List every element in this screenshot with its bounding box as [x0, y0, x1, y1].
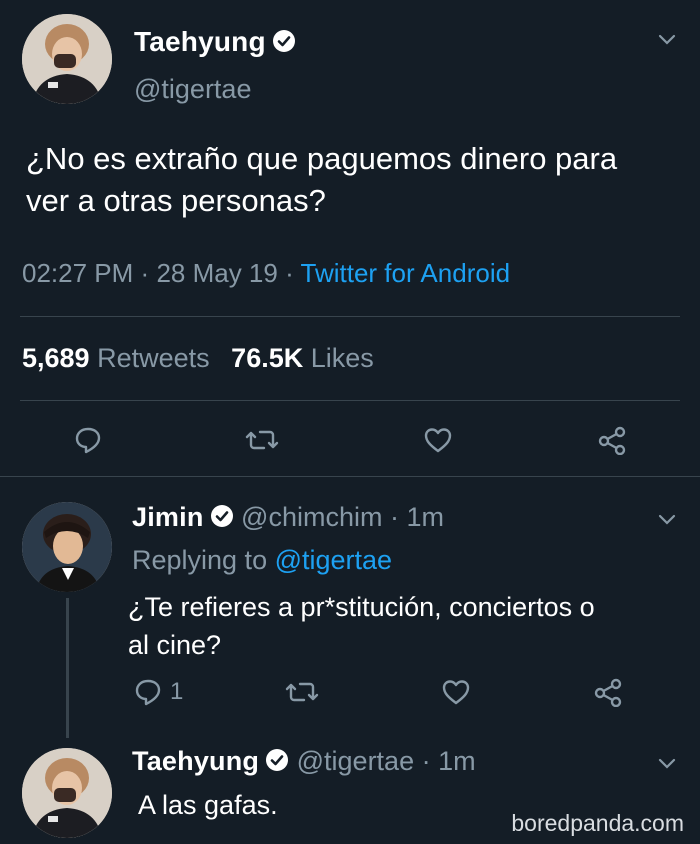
divider: [0, 476, 700, 477]
thread-connector: [66, 598, 69, 738]
tweet-stats: 5,689 Retweets 76.5K Likes: [22, 343, 374, 374]
separator: ·: [140, 258, 150, 288]
reply-count: 1: [170, 678, 184, 705]
tweet-date[interactable]: 28 May 19: [156, 258, 277, 288]
divider: [20, 316, 680, 317]
like-icon[interactable]: [436, 672, 476, 712]
chevron-down-icon[interactable]: [656, 28, 678, 50]
tweet-thread: Taehyung @tigertae ¿No es extraño que pa…: [0, 0, 700, 844]
display-name[interactable]: Taehyung: [132, 746, 259, 776]
avatar-taehyung[interactable]: [22, 14, 112, 104]
retweet-icon[interactable]: [282, 672, 322, 712]
retweets-count: 5,689: [22, 343, 90, 373]
verified-badge-icon: [265, 748, 289, 779]
tweet-source-link[interactable]: Twitter for Android: [301, 258, 511, 288]
likes-label: Likes: [310, 343, 374, 373]
handle[interactable]: @tigertae: [297, 746, 414, 776]
tweet-time[interactable]: 02:27 PM: [22, 258, 133, 288]
main-handle[interactable]: @tigertae: [134, 74, 251, 105]
replying-to-handle[interactable]: @tigertae: [275, 545, 392, 575]
separator: ·: [389, 502, 399, 532]
separator: ·: [421, 746, 431, 776]
chevron-down-icon[interactable]: [656, 752, 678, 774]
display-name[interactable]: Jimin: [132, 502, 204, 532]
main-author: Taehyung: [134, 26, 296, 58]
tweet-text-line: ¿No es extraño que paguemos dinero para: [26, 141, 618, 176]
retweet-icon[interactable]: [242, 420, 282, 460]
like-icon[interactable]: [418, 420, 458, 460]
verified-badge-icon: [272, 29, 296, 58]
reply-text-line: al cine?: [128, 630, 222, 660]
reply-icon[interactable]: [68, 420, 108, 460]
likes-count: 76.5K: [231, 343, 304, 373]
reply2-header: Taehyung @tigertae · 1m: [132, 746, 476, 779]
handle[interactable]: @chimchim: [241, 502, 382, 532]
reply2-text: A las gafas.: [138, 790, 278, 820]
avatar-jimin[interactable]: [22, 502, 112, 592]
retweets-stat[interactable]: 5,689 Retweets: [22, 343, 217, 373]
reply-text-line: ¿Te refieres a pr*stitución, conciertos …: [128, 592, 595, 622]
retweets-label: Retweets: [97, 343, 210, 373]
avatar-taehyung[interactable]: [22, 748, 112, 838]
tweet-text-line: ver a otras personas?: [26, 183, 326, 218]
reply-time: 1m: [406, 502, 445, 532]
verified-badge-icon: [210, 504, 234, 535]
reply1-header: Jimin @chimchim · 1m: [132, 502, 444, 535]
separator: ·: [285, 258, 294, 288]
share-icon[interactable]: [588, 672, 628, 712]
replying-to-label: Replying to: [132, 545, 268, 575]
reply-time: 1m: [438, 746, 476, 776]
tweet-text: ¿No es extraño que paguemos dinero para …: [26, 138, 617, 222]
reply1-text: ¿Te refieres a pr*stitución, conciertos …: [128, 588, 595, 664]
reply-icon[interactable]: [128, 672, 168, 712]
divider: [20, 400, 680, 401]
likes-stat[interactable]: 76.5K Likes: [231, 343, 374, 373]
share-icon[interactable]: [592, 420, 632, 460]
chevron-down-icon[interactable]: [656, 508, 678, 530]
tweet-meta: 02:27 PM · 28 May 19 · Twitter for Andro…: [22, 258, 510, 289]
watermark: boredpanda.com: [511, 810, 684, 836]
display-name[interactable]: Taehyung: [134, 26, 266, 57]
replying-to: Replying to @tigertae: [132, 545, 392, 576]
